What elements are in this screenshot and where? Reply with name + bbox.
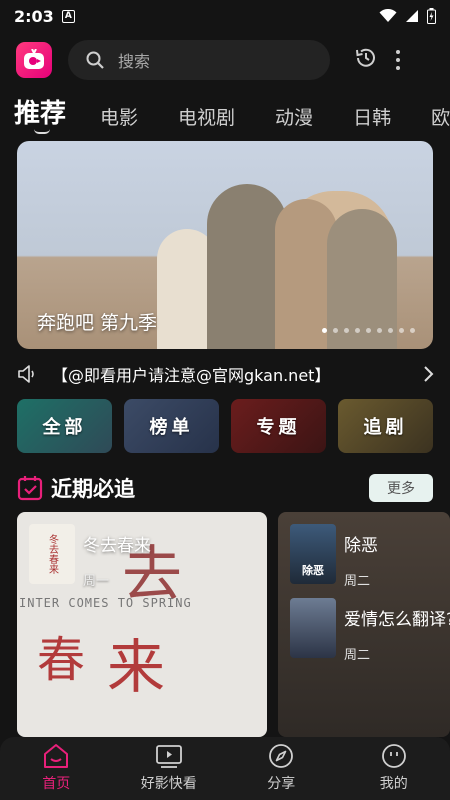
section-header: 近期必追 更多 [17,472,433,504]
category-tabs: 推荐 电影 电视剧 动漫 日韩 欧 [14,90,450,134]
home-icon [44,744,69,768]
quick-link-all[interactable]: 全部 [17,399,112,453]
show-day: 周一 [83,574,110,589]
schedule-card-tuesday[interactable]: 除恶 除恶 周二 爱情怎么翻译? 周二 [278,512,450,737]
calendar-check-icon [17,476,43,501]
show-day: 周二 [344,648,371,663]
list-item[interactable]: 冬去春来 冬去春来 周一 [29,524,151,589]
app-logo[interactable] [16,42,52,78]
show-name: 冬去春来 [83,536,151,556]
quick-link-topics[interactable]: 专题 [231,399,326,453]
section-title: 近期必追 [51,477,135,501]
nav-quick-watch[interactable]: 好影快看 [113,737,226,800]
tab-tv-series[interactable]: 电视剧 [178,103,235,130]
tab-anime[interactable]: 动漫 [275,103,313,130]
speaker-icon [18,365,34,383]
wifi-icon [379,9,397,22]
history-button[interactable] [354,46,378,74]
hero-banner[interactable]: 奔跑吧 第九季 [17,141,433,349]
nav-quick-watch-label: 好影快看 [140,776,197,792]
show-name: 除恶 [344,536,378,556]
battery-icon [427,8,436,24]
search-placeholder: 搜索 [118,52,151,71]
quick-link-rankings[interactable]: 榜单 [124,399,219,453]
nav-profile[interactable]: 我的 [338,737,450,800]
compass-icon [269,744,294,768]
nav-share[interactable]: 分享 [225,737,338,800]
profile-icon [381,744,406,768]
history-icon [356,48,375,67]
chevron-right-icon [424,366,434,382]
notification-a-icon: A [61,9,75,23]
poster-art-character: 来 [107,633,166,701]
status-bar: 2:03 A [0,0,450,32]
tab-western[interactable]: 欧 [431,103,450,130]
poster-art-english: INTER COMES TO SPRING [19,596,192,610]
tab-movies[interactable]: 电影 [100,103,138,130]
nav-home[interactable]: 首页 [0,737,113,800]
more-options-icon[interactable] [396,50,400,70]
show-day: 周二 [344,574,371,589]
tab-recommend[interactable]: 推荐 [14,93,66,134]
nav-profile-label: 我的 [379,776,408,792]
poster-art-character: 春 [37,632,86,688]
app-logo-icon [24,49,44,69]
show-poster [290,598,336,658]
search-input[interactable]: 搜索 [68,40,330,80]
signal-icon [406,10,418,22]
banner-pagination [322,328,415,333]
show-poster: 冬去春来 [29,524,75,584]
show-name: 爱情怎么翻译? [344,610,450,630]
poster-title: 冬去春来 [46,534,58,574]
tab-japan-korea[interactable]: 日韩 [353,103,391,130]
nav-share-label: 分享 [267,776,296,792]
quick-links: 全部 榜单 专题 追剧 [17,399,433,453]
poster-title: 除恶 [302,564,324,577]
list-item[interactable]: 爱情怎么翻译? 周二 [290,598,450,663]
bottom-navigation: 首页 好影快看 分享 我的 [0,737,450,800]
video-icon [155,745,182,768]
show-poster: 除恶 [290,524,336,584]
quick-link-following[interactable]: 追剧 [338,399,433,453]
announcement-bar[interactable]: 【@即看用户请注意@官网gkan.net】 [16,360,434,388]
search-icon [86,51,104,69]
more-button[interactable]: 更多 [369,474,433,502]
list-item[interactable]: 除恶 除恶 周二 [290,524,378,589]
schedule-card-monday[interactable]: 去 INTER COMES TO SPRING 春 来 冬去春来 冬去春来 周一 [17,512,267,737]
top-bar: 搜索 [0,38,450,82]
nav-home-label: 首页 [42,776,71,792]
banner-title: 奔跑吧 第九季 [37,312,158,334]
announcement-text: 【@即看用户请注意@官网gkan.net】 [52,366,331,385]
status-time: 2:03 [14,6,54,26]
